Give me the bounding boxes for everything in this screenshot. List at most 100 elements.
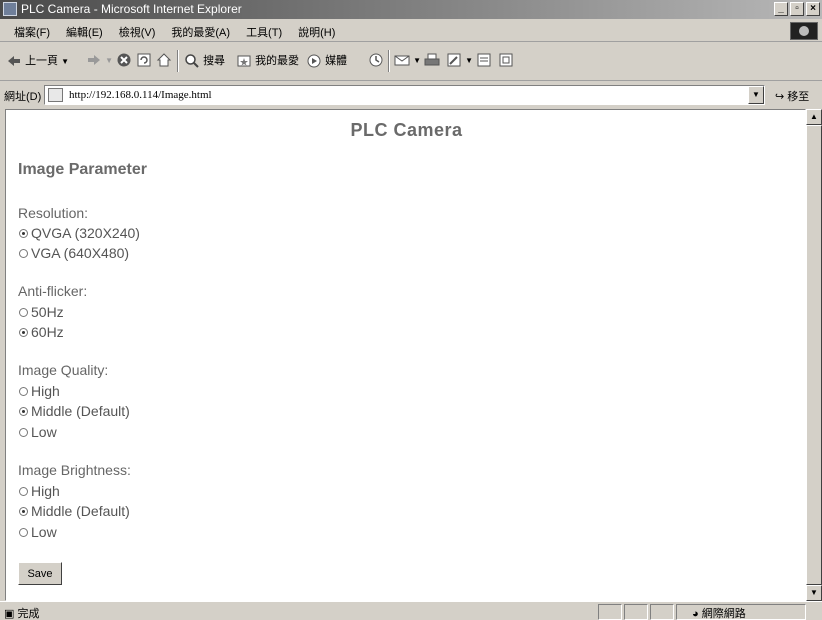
address-dropdown-icon[interactable]: ▼ [748,86,764,104]
section-title: Image Parameter [18,161,147,178]
favorites-button[interactable]: 我的最愛 [236,52,299,69]
discuss-icon [476,52,492,68]
back-dropdown-icon: ▼ [61,57,70,66]
go-arrow-icon: ↪ [775,91,785,103]
anti-flicker-60hz-option[interactable]: 60Hz [19,324,64,340]
menu-view[interactable]: 檢視(V) [119,24,156,40]
vertical-scrollbar[interactable]: ▲ ▼ [806,109,822,601]
stop-icon [116,52,132,68]
resolution-vga-option[interactable]: VGA (640X480) [19,245,129,261]
menu-bar: 檔案(F) 編輯(E) 檢視(V) 我的最愛(A) 工具(T) 說明(H) [0,20,822,42]
favorites-icon [236,53,252,69]
close-button[interactable]: × [806,2,820,16]
status-text: ▣ 完成 [4,605,39,620]
radio-button[interactable] [19,248,28,258]
brightness-middle-option[interactable]: Middle (Default) [19,503,130,519]
radio-button[interactable] [19,307,28,317]
page-heading: PLC Camera [350,120,463,140]
page-done-icon: ▣ [4,608,15,620]
toolbar: 上一頁 ▼ ▼ 搜尋 我的最愛 媒體 ▼ ▼ [0,43,822,81]
favorites-label: 我的最愛 [255,55,300,67]
option-label: VGA (640X480) [31,245,130,261]
option-label: Middle (Default) [31,503,130,519]
status-cell [650,604,674,620]
mail-icon [394,52,410,68]
brightness-high-option[interactable]: High [19,483,60,499]
edit-page-icon [446,52,462,68]
messenger-button[interactable] [498,52,514,68]
image-quality-label: Image Quality: [18,362,109,378]
option-label: 50Hz [31,304,64,320]
brightness-low-option[interactable]: Low [19,524,57,540]
address-input[interactable]: http://192.168.0.114/Image.html ▼ [44,85,765,105]
resolution-label: Resolution: [18,205,89,221]
forward-button[interactable]: ▼ [86,52,113,68]
address-url: http://192.168.0.114/Image.html [69,89,212,101]
radio-button[interactable] [19,527,28,537]
anti-flicker-label: Anti-flicker: [18,283,88,299]
toolbar-separator [388,50,390,72]
ie-app-icon [3,2,17,16]
mail-dropdown-icon: ▼ [413,55,421,65]
option-label: Low [31,424,57,440]
status-zone-label: 網際網路 [701,608,746,620]
refresh-button[interactable] [136,52,152,68]
menu-favorites[interactable]: 我的最愛(A) [171,24,230,40]
forward-dropdown-icon: ▼ [105,55,113,65]
menu-edit[interactable]: 編輯(E) [66,24,103,40]
quality-high-option[interactable]: High [19,383,60,399]
quality-low-option[interactable]: Low [19,424,57,440]
history-icon [368,52,384,68]
forward-arrow-icon [86,52,102,68]
page-icon [48,88,63,102]
scroll-thumb[interactable] [806,125,822,585]
option-label: 60Hz [31,324,64,340]
option-label: High [31,483,60,499]
window-controls: _ ▫ × [774,2,820,16]
save-button[interactable]: Save [18,562,62,585]
radio-button[interactable] [19,386,28,396]
media-button[interactable]: 媒體 [306,52,347,69]
edit-dropdown-icon: ▼ [465,55,473,65]
status-bar: ▣ 完成 ◕ 網際網路 [0,601,822,620]
anti-flicker-50hz-option[interactable]: 50Hz [19,304,64,320]
radio-button[interactable] [19,228,28,238]
scroll-down-icon[interactable]: ▼ [806,585,822,601]
stop-button[interactable] [116,52,132,68]
discuss-button[interactable] [476,52,492,68]
print-icon [424,52,440,68]
mail-button[interactable]: ▼ [394,52,421,68]
radio-button[interactable] [19,327,28,337]
go-button[interactable]: ↪ 移至 [775,88,809,104]
search-button[interactable]: 搜尋 [184,52,225,69]
internet-zone-icon: ◕ [692,608,699,620]
menu-file[interactable]: 檔案(F) [14,24,50,40]
radio-button[interactable] [19,506,28,516]
back-button[interactable]: 上一頁 ▼ [6,52,69,69]
option-label: QVGA (320X240) [31,225,140,241]
option-label: Low [31,524,57,540]
windows-logo-icon [790,22,818,40]
history-button[interactable] [368,52,384,68]
search-icon [184,53,200,69]
refresh-icon [136,52,152,68]
media-icon [306,53,322,69]
minimize-button[interactable]: _ [774,2,788,16]
toolbar-separator [177,50,179,72]
messenger-icon [498,52,514,68]
maximize-button[interactable]: ▫ [790,2,804,16]
radio-button[interactable] [19,486,28,496]
scroll-up-icon[interactable]: ▲ [806,109,822,125]
resolution-qvga-option[interactable]: QVGA (320X240) [19,225,140,241]
quality-middle-option[interactable]: Middle (Default) [19,403,130,419]
title-bar: PLC Camera - Microsoft Internet Explorer… [0,0,822,19]
radio-button[interactable] [19,406,28,416]
menu-tools[interactable]: 工具(T) [246,24,282,40]
status-cell [598,604,622,620]
page-content: PLC Camera Image Parameter Resolution: Q… [5,109,806,601]
home-button[interactable] [156,52,172,68]
print-button[interactable] [424,52,440,68]
menu-help[interactable]: 說明(H) [298,24,335,40]
radio-button[interactable] [19,427,28,437]
edit-button[interactable]: ▼ [446,52,473,68]
